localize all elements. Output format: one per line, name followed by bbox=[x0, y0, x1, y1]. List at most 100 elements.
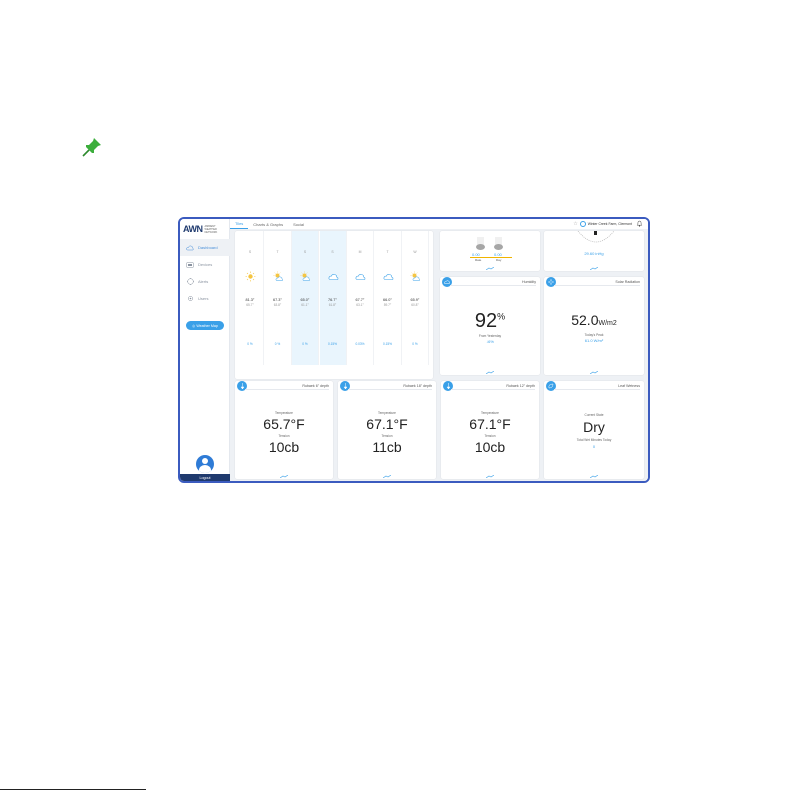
chart-link-icon[interactable] bbox=[590, 475, 598, 478]
chart-link-icon[interactable] bbox=[486, 475, 494, 478]
logout-button[interactable]: Logout bbox=[180, 474, 230, 481]
card-title: Solar Radiation bbox=[615, 280, 640, 284]
forecast-day: T 66.0° 59.7° 0.15% bbox=[375, 231, 402, 365]
forecast-day: S 76.7° 61.8° 0.15% bbox=[319, 231, 347, 365]
chart-link-icon[interactable] bbox=[383, 475, 391, 478]
partly-cloudy-icon bbox=[300, 271, 311, 281]
awn-logo[interactable]: AWN AMBIENT WEATHER NETWORK bbox=[183, 223, 227, 235]
weather-map-button[interactable]: ◎ Weather Map bbox=[186, 321, 224, 330]
temperature-label: Temperature bbox=[481, 411, 499, 415]
station-selector[interactable]: ☆ Winter Creek Farm, Clermont bbox=[573, 221, 632, 227]
forecast-rain-chance: 0 % bbox=[274, 342, 281, 346]
humidity-card: Humidity 92% From Yesterday ↓6% bbox=[440, 277, 540, 375]
forecast-high: 65.9° bbox=[410, 298, 420, 302]
forecast-day-label: S bbox=[248, 250, 252, 254]
avatar[interactable] bbox=[196, 455, 214, 473]
forecast-high: 65.0° bbox=[300, 298, 310, 302]
cloud-icon bbox=[355, 274, 366, 280]
sidebar-item-alerts[interactable]: Alerts bbox=[180, 273, 230, 290]
humidity-sub-label: From Yesterday bbox=[478, 334, 502, 338]
chart-link-icon[interactable] bbox=[590, 371, 598, 374]
rain-card: 0.00 0.00 Rate Day bbox=[440, 231, 540, 271]
forecast-day-label: S bbox=[331, 250, 334, 254]
humidity-delta: ↓6% bbox=[486, 339, 494, 344]
forecast-day-label: S bbox=[303, 250, 307, 254]
soil-temperature: 67.1°F bbox=[366, 416, 408, 432]
soil-card: Rubaek 18" depth Temperature 67.1°F Tens… bbox=[338, 381, 436, 479]
forecast-day: T 67.3° 63.8° 0 % bbox=[265, 231, 292, 365]
forecast-day-label: M bbox=[358, 250, 362, 254]
main-area: Tiles Charts & Graphs Social ☆ Winter Cr… bbox=[230, 219, 648, 481]
forecast-day-label: W bbox=[413, 250, 417, 254]
sun-icon bbox=[245, 271, 256, 282]
alert-icon bbox=[186, 278, 194, 285]
rain-day-label: Day bbox=[496, 258, 502, 262]
rain-rate-label: Rate bbox=[475, 258, 482, 262]
soil-tension: 11cb bbox=[372, 439, 402, 455]
solar-peak: 61.0 W/m² bbox=[584, 338, 604, 343]
card-title: Leaf Wetness bbox=[618, 384, 640, 388]
bell-icon[interactable] bbox=[636, 220, 643, 227]
pushpin-icon bbox=[82, 138, 101, 157]
card-title: Humidity bbox=[522, 280, 536, 284]
soil-tension: 10cb bbox=[474, 439, 506, 455]
device-icon bbox=[186, 261, 194, 268]
sidebar-item-label: Alerts bbox=[198, 279, 209, 284]
forecast-low: 61.1° bbox=[301, 303, 309, 307]
forecast-day: S 81.3° 65.7° 0 % bbox=[237, 231, 264, 365]
wet-minutes-value: 0 bbox=[592, 444, 596, 449]
chart-link-icon[interactable] bbox=[486, 267, 494, 270]
tension-label: Tension bbox=[381, 434, 393, 438]
sidebar-nav: Dashboard Devices Alerts Users bbox=[180, 239, 230, 307]
partly-cloudy-icon bbox=[273, 271, 283, 281]
logo-mark: AWN bbox=[183, 224, 203, 234]
forecast-low: 61.8° bbox=[328, 303, 337, 307]
logo-text: AMBIENT WEATHER NETWORK bbox=[204, 224, 218, 234]
forecast-high: 67.7° bbox=[355, 298, 365, 302]
forecast-rain-chance: 0.15% bbox=[327, 342, 338, 346]
forecast-low: 60.8° bbox=[411, 303, 419, 307]
forecast-low: 65.7° bbox=[246, 303, 254, 307]
sidebar-item-devices[interactable]: Devices bbox=[180, 256, 230, 273]
forecast-day-label: T bbox=[386, 250, 389, 254]
forecast-high: 67.3° bbox=[273, 298, 282, 302]
cloud-icon bbox=[328, 274, 338, 280]
forecast-low: 63.8° bbox=[273, 303, 282, 307]
sidebar-item-label: Dashboard bbox=[198, 245, 218, 250]
tension-label: Tension bbox=[484, 434, 496, 438]
station-icon bbox=[579, 221, 586, 227]
state-label: Current State bbox=[584, 413, 604, 417]
dashboard-window: AWN AMBIENT WEATHER NETWORK Dashboard De… bbox=[178, 217, 650, 483]
tab-social[interactable]: Social bbox=[288, 219, 309, 229]
star-icon[interactable]: ☆ bbox=[573, 221, 577, 227]
sidebar-item-users[interactable]: Users bbox=[180, 290, 230, 307]
forecast-high: 76.7° bbox=[328, 298, 337, 302]
forecast-rain-chance: 0.15% bbox=[382, 342, 393, 346]
sidebar-item-label: Users bbox=[198, 296, 209, 301]
leaf-wetness-card: Leaf Wetness Current State Dry Total Wet… bbox=[544, 381, 644, 479]
forecast-rain-chance: 0.03% bbox=[355, 342, 365, 346]
partly-cloudy-icon bbox=[410, 271, 421, 281]
card-title: Rubaek 6" depth bbox=[302, 384, 329, 388]
chart-link-icon[interactable] bbox=[486, 371, 494, 374]
tab-tiles[interactable]: Tiles bbox=[230, 219, 249, 229]
pressure-gauge bbox=[577, 231, 615, 243]
sidebar-item-dashboard[interactable]: Dashboard bbox=[180, 239, 230, 256]
weather-map-label: Weather Map bbox=[196, 323, 218, 328]
sidebar-item-label: Devices bbox=[198, 262, 213, 267]
pressure-value: 29.60 inHg bbox=[584, 251, 604, 256]
chart-link-icon[interactable] bbox=[280, 475, 288, 478]
forecast-rain-chance: 0 % bbox=[247, 342, 253, 346]
tab-charts-graphs[interactable]: Charts & Graphs bbox=[248, 219, 288, 229]
rain-gauge-icon bbox=[476, 237, 503, 250]
forecast-high: 81.3° bbox=[245, 298, 255, 302]
forecast-day: M 67.7° 63.1° 0.03% bbox=[347, 231, 374, 365]
sidebar: AWN AMBIENT WEATHER NETWORK Dashboard De… bbox=[180, 219, 230, 481]
forecast-day: W 65.9° 60.8° 0 % bbox=[402, 231, 429, 365]
forecast-low: 63.1° bbox=[356, 303, 364, 307]
chart-link-icon[interactable] bbox=[590, 267, 598, 270]
gear-icon bbox=[186, 295, 194, 302]
forecast-low: 59.7° bbox=[383, 303, 392, 307]
forecast-day-label: T bbox=[276, 250, 279, 254]
wet-minutes-label: Total Wet Minutes Today bbox=[576, 438, 612, 442]
